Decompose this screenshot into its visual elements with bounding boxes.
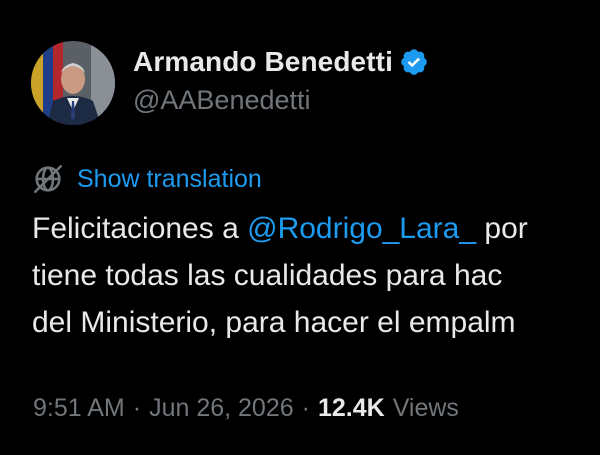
- tweet-line-3: del Ministerio, para hacer el empalm: [32, 306, 516, 339]
- tweet-text: Felicitaciones a @Rodrigo_Lara_ por tien…: [32, 205, 600, 346]
- show-translation-label: Show translation: [77, 164, 262, 193]
- show-translation-link[interactable]: Show translation: [31, 161, 262, 197]
- tweet-line-2: tiene todas las cualidades para hac: [32, 259, 503, 292]
- tweet-meta: 9:51 AM · Jun 26, 2026 · 12.4K Views: [33, 388, 459, 428]
- tweet-date[interactable]: Jun 26, 2026: [149, 394, 294, 423]
- tweet-time[interactable]: 9:51 AM: [33, 394, 125, 423]
- author-handle[interactable]: @AABenedetti: [133, 85, 311, 116]
- views-label: Views: [392, 393, 459, 422]
- tweet-line-1: Felicitaciones a @Rodrigo_Lara_ por: [32, 205, 600, 252]
- avatar-image: [31, 41, 115, 125]
- author-display-name[interactable]: Armando Benedetti: [133, 46, 393, 78]
- views-count[interactable]: 12.4K: [318, 394, 385, 423]
- tweet-text-segment: por: [476, 212, 528, 245]
- verified-badge-icon[interactable]: [399, 47, 429, 77]
- meta-separator: ·: [301, 393, 310, 422]
- mention-link[interactable]: @Rodrigo_Lara_: [247, 212, 476, 245]
- avatar[interactable]: [31, 41, 115, 125]
- author-header: Armando Benedetti: [133, 42, 429, 82]
- globe-slash-icon: [31, 162, 65, 196]
- meta-separator: ·: [132, 393, 142, 422]
- tweet-text-segment: Felicitaciones a: [32, 212, 248, 245]
